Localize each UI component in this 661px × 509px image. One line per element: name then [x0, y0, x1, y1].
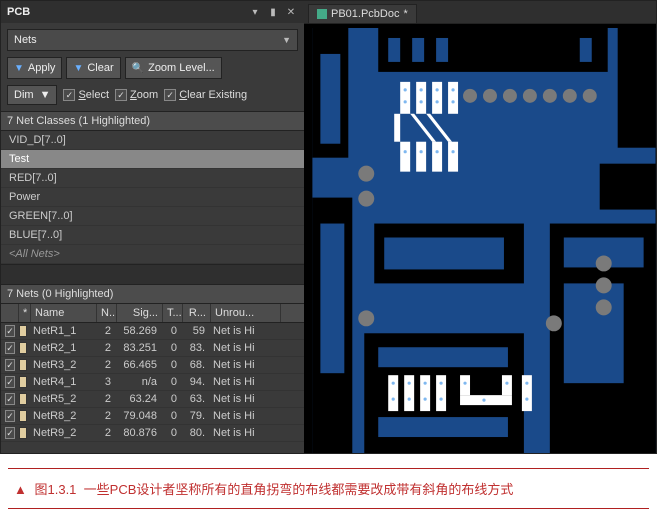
dropdown-value: Nets: [14, 34, 282, 46]
list-item[interactable]: RED[7..0]: [1, 169, 304, 188]
checkbox-checked-icon[interactable]: ✓: [5, 325, 15, 337]
table-row[interactable]: ✓NetR4_13n/a094.Net is Hi: [1, 374, 304, 391]
tab-label: PB01.PcbDoc: [331, 8, 399, 20]
magnifier-icon: 🔍: [132, 63, 144, 74]
figure-text: 一些PCB设计者坚称所有的直角拐弯的布线都需要改成带有斜角的布线方式: [84, 482, 514, 497]
checkbox-checked-icon[interactable]: ✓: [5, 410, 15, 422]
panel-title-bar: PCB ▾ ▮ ✕: [1, 1, 304, 23]
checkbox-checked-icon[interactable]: ✓: [5, 393, 15, 405]
app-window: PCB ▾ ▮ ✕ Nets ▼ ▼ Apply ▼ Clear 🔍 Zoom …: [0, 0, 657, 454]
list-item[interactable]: BLUE[7..0]: [1, 226, 304, 245]
dropdown-icon[interactable]: ▾: [248, 7, 262, 18]
checkbox-checked-icon[interactable]: ✓: [5, 376, 15, 388]
panel-title: PCB: [7, 6, 244, 18]
pin-icon[interactable]: ▮: [266, 7, 280, 18]
category-dropdown[interactable]: Nets ▼: [7, 29, 298, 51]
netclass-header: 7 Net Classes (1 Highlighted): [1, 111, 304, 131]
list-item[interactable]: <All Nets>: [1, 245, 304, 264]
pcb-panel: PCB ▾ ▮ ✕ Nets ▼ ▼ Apply ▼ Clear 🔍 Zoom …: [1, 1, 304, 453]
funnel-clear-icon: ▼: [73, 63, 83, 74]
color-swatch: [19, 427, 27, 439]
table-row[interactable]: ✓NetR9_2280.876080.Net is Hi: [1, 425, 304, 442]
color-swatch: [19, 410, 27, 422]
triangle-icon: ▲: [14, 482, 27, 497]
list-item[interactable]: VID_D[7..0]: [1, 131, 304, 150]
list-item[interactable]: GREEN[7..0]: [1, 207, 304, 226]
table-row[interactable]: ✓NetR3_2266.465068.Net is Hi: [1, 357, 304, 374]
document-icon: [317, 9, 327, 19]
zoom-level-button[interactable]: 🔍 Zoom Level...: [125, 57, 222, 79]
figure-caption: ▲ 图1.3.1 一些PCB设计者坚称所有的直角拐弯的布线都需要改成带有斜角的布…: [8, 468, 649, 509]
clear-button[interactable]: ▼ Clear: [66, 57, 120, 79]
select-checkbox[interactable]: ✓ Select: [63, 89, 109, 101]
chevron-down-icon: ▼: [40, 89, 51, 101]
table-row[interactable]: ✓NetR5_2263.24063.Net is Hi: [1, 391, 304, 408]
table-row[interactable]: ✓NetR1_1258.269059Net is Hi: [1, 323, 304, 340]
dirty-indicator: *: [403, 8, 407, 20]
clear-existing-checkbox[interactable]: ✓ Clear Existing: [164, 89, 247, 101]
apply-button[interactable]: ▼ Apply: [7, 57, 62, 79]
close-icon[interactable]: ✕: [284, 7, 298, 18]
checkbox-checked-icon: ✓: [115, 89, 127, 101]
list-item[interactable]: Test: [1, 150, 304, 169]
document-tab[interactable]: PB01.PcbDoc *: [308, 4, 417, 23]
dim-dropdown[interactable]: Dim ▼: [7, 85, 57, 105]
checkbox-checked-icon[interactable]: ✓: [5, 427, 15, 439]
nets-header: 7 Nets (0 Highlighted): [1, 284, 304, 304]
zoom-checkbox[interactable]: ✓ Zoom: [115, 89, 158, 101]
netclass-list: VID_D[7..0]TestRED[7..0]PowerGREEN[7..0]…: [1, 131, 304, 264]
color-swatch: [19, 393, 27, 405]
checkbox-checked-icon[interactable]: ✓: [5, 359, 15, 371]
checkbox-checked-icon[interactable]: ✓: [5, 342, 15, 354]
color-swatch: [19, 359, 27, 371]
list-item[interactable]: Power: [1, 188, 304, 207]
checkbox-checked-icon: ✓: [164, 89, 176, 101]
chevron-down-icon: ▼: [282, 35, 291, 45]
color-swatch: [19, 342, 27, 354]
pcb-canvas[interactable]: [304, 23, 656, 453]
editor-area: PB01.PcbDoc *: [304, 1, 656, 453]
divider: [1, 264, 304, 284]
color-swatch: [19, 376, 27, 388]
checkbox-checked-icon: ✓: [63, 89, 75, 101]
nets-table: * Name N.. Sig... T... R... Unrou... ✓Ne…: [1, 304, 304, 442]
pcb-render: [304, 24, 656, 453]
table-row[interactable]: ✓NetR8_2279.048079.Net is Hi: [1, 408, 304, 425]
color-swatch: [19, 325, 27, 337]
table-header: * Name N.. Sig... T... R... Unrou...: [1, 304, 304, 323]
table-row[interactable]: ✓NetR2_1283.251083.Net is Hi: [1, 340, 304, 357]
tabbar: PB01.PcbDoc *: [304, 1, 656, 23]
funnel-icon: ▼: [14, 63, 24, 74]
figure-number: 图1.3.1: [35, 482, 77, 497]
